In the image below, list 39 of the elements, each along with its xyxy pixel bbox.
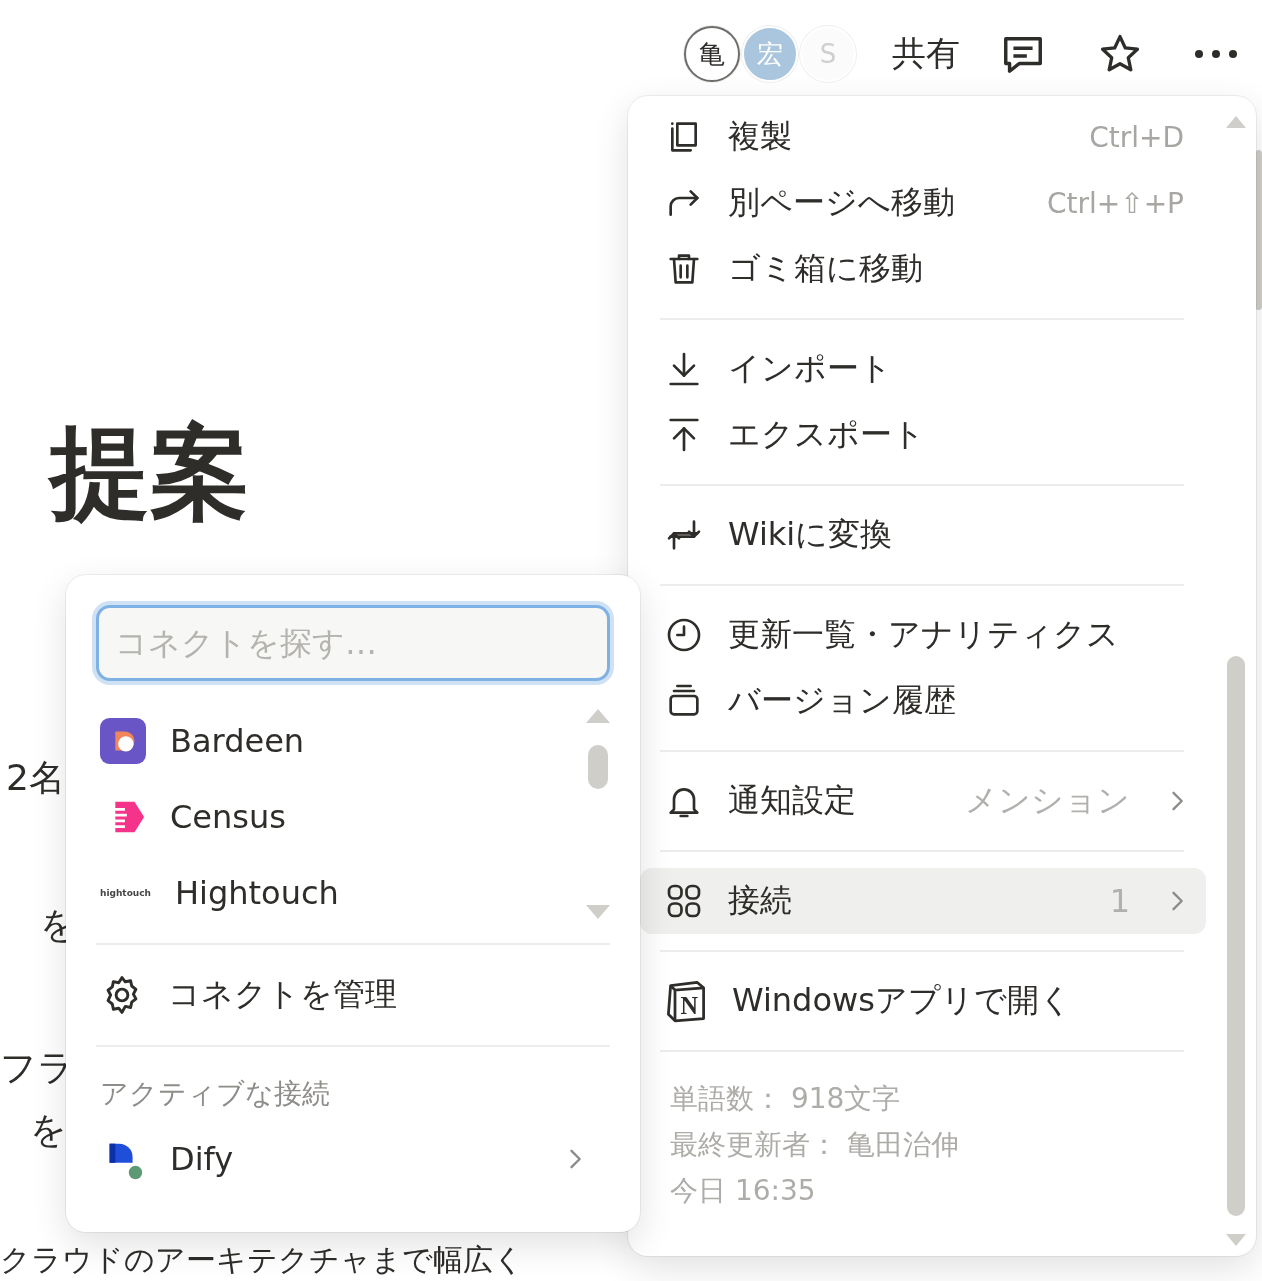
app-logo-text: hightouch bbox=[100, 887, 151, 899]
scrollbar-thumb[interactable] bbox=[1227, 656, 1245, 1216]
menu-item[interactable]: インポート bbox=[640, 336, 1206, 402]
scroll-up-icon[interactable] bbox=[1226, 116, 1246, 128]
shortcut-text: Ctrl+D bbox=[1089, 120, 1184, 154]
manage-button[interactable]: コネクトを管理 bbox=[96, 957, 610, 1033]
section-header: アクティブな接続 bbox=[99, 1076, 331, 1112]
menu-item[interactable]: バージョン履歴 bbox=[640, 668, 1206, 734]
body-text: フラ bbox=[0, 1046, 74, 1090]
body-text: 2名 bbox=[6, 756, 65, 800]
menu-value: メンション bbox=[965, 780, 1130, 821]
shortcut-text: Ctrl+⇧+P bbox=[1046, 186, 1184, 220]
menu-item[interactable]: 更新一覧・アナリティクス bbox=[640, 602, 1206, 668]
menu-item[interactable]: N Windowsアプリで開く bbox=[640, 968, 1206, 1034]
app-logo-icon bbox=[100, 718, 146, 764]
scroll-down-icon[interactable] bbox=[1226, 1234, 1246, 1246]
body-text: を bbox=[30, 1108, 67, 1152]
menu-item[interactable]: 通知設定 メンション bbox=[640, 768, 1206, 834]
menu-item[interactable]: エクスポート bbox=[640, 402, 1206, 468]
scrollbar-thumb[interactable] bbox=[588, 745, 608, 789]
share-button[interactable]: 共有 bbox=[892, 31, 960, 77]
scroll-up-icon[interactable] bbox=[586, 709, 610, 723]
menu-value: 1 bbox=[1109, 882, 1130, 920]
info-text: 最終更新者： 亀田治伸 bbox=[670, 1127, 959, 1163]
menu-item[interactable]: Wikiに変換 bbox=[640, 502, 1206, 568]
connection-item[interactable]: Dify bbox=[96, 1121, 610, 1197]
app-logo-icon: N bbox=[664, 979, 708, 1023]
menu-item[interactable]: 別ページへ移動 Ctrl+⇧+P bbox=[640, 170, 1206, 236]
app-item[interactable]: hightouch Hightouch bbox=[96, 855, 580, 931]
app-item[interactable]: Census bbox=[96, 779, 580, 855]
body-text: クラウドのアーキテクチャまで幅広く bbox=[0, 1241, 524, 1279]
menu-item[interactable]: 接続 1 bbox=[640, 868, 1206, 934]
info-text: 単語数： 918文字 bbox=[670, 1081, 901, 1117]
scroll-down-icon[interactable] bbox=[586, 905, 610, 919]
search-field[interactable]: コネクトを探す… bbox=[96, 605, 610, 681]
menu-item[interactable]: ゴミ箱に移動 bbox=[640, 236, 1206, 302]
menu-item[interactable]: 複製 Ctrl+D bbox=[640, 104, 1206, 170]
info-text: 今日 16:35 bbox=[670, 1173, 816, 1209]
app-item[interactable]: Bardeen bbox=[96, 703, 580, 779]
